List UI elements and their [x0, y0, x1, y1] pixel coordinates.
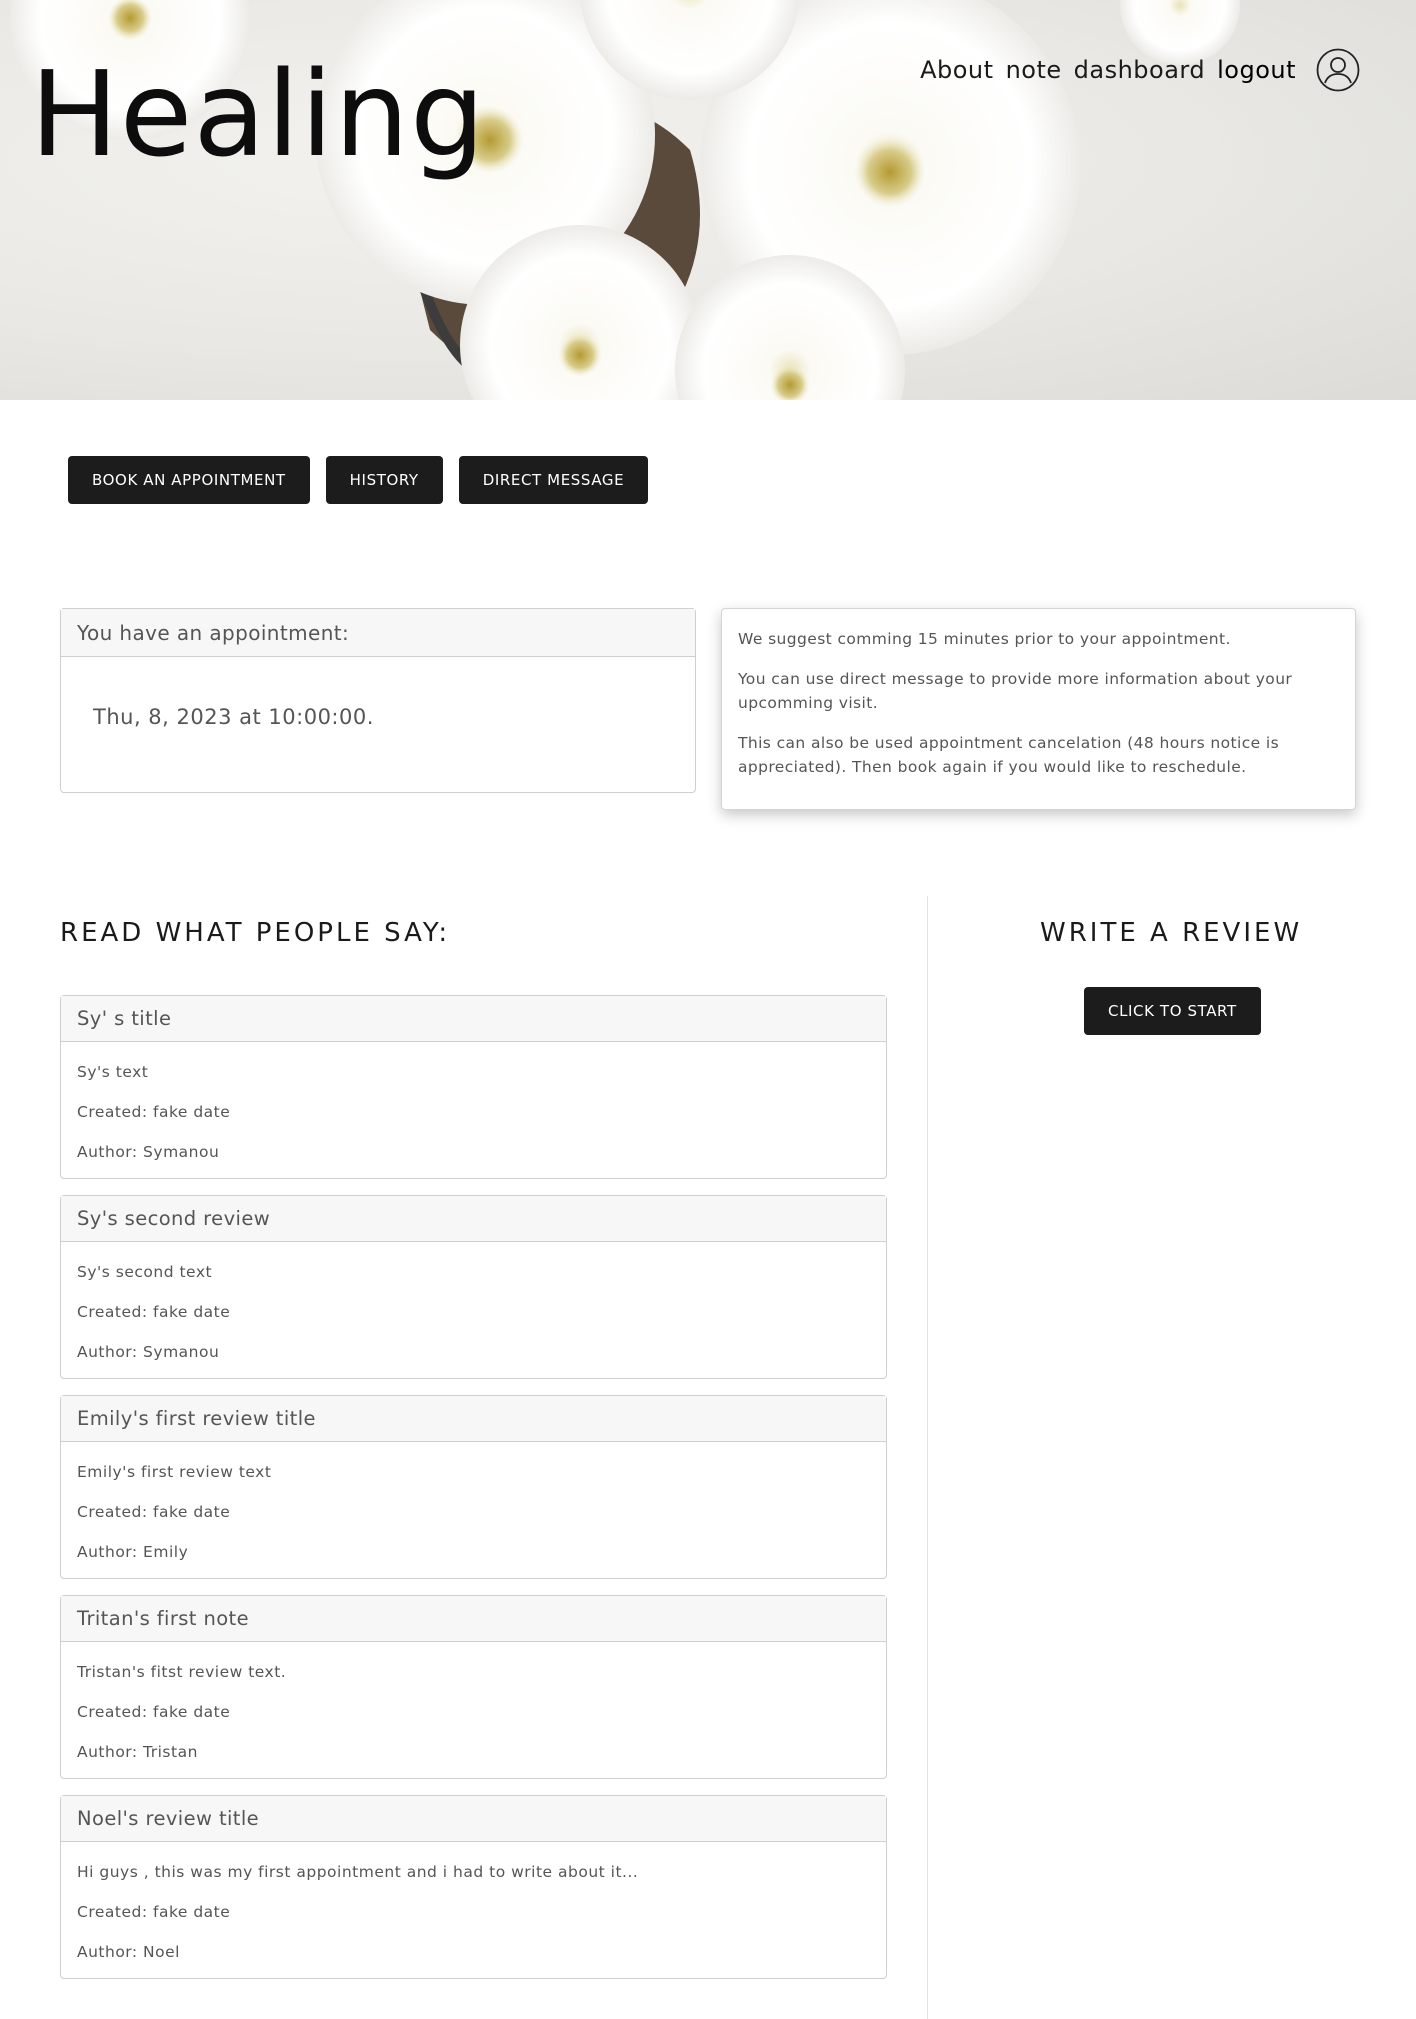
reviews-heading: READ WHAT PEOPLE SAY: [60, 918, 451, 948]
review-title: Sy's second review [61, 1196, 886, 1242]
review-card: Emily's first review title Emily's first… [60, 1395, 887, 1579]
history-button[interactable]: HISTORY [325, 456, 443, 504]
review-text: Hi guys , this was my first appointment … [77, 1863, 639, 1881]
appointment-datetime: Thu, 8, 2023 at 10:00:00. [93, 705, 374, 729]
nav-link-dashboard[interactable]: dashboard [1074, 56, 1205, 84]
review-card: Noel's review title Hi guys , this was m… [60, 1795, 887, 1979]
review-title: Tritan's first note [61, 1596, 886, 1642]
hero-banner: Healing About note dashboard logout [0, 0, 1416, 400]
review-text: Sy's text [77, 1063, 149, 1081]
write-review-heading: WRITE A REVIEW [1040, 918, 1303, 948]
appointment-card: You have an appointment: Thu, 8, 2023 at… [60, 608, 696, 793]
start-review-button[interactable]: CLICK TO START [1084, 987, 1261, 1035]
appointment-card-header: You have an appointment: [61, 609, 695, 657]
review-title: Emily's first review title [61, 1396, 886, 1442]
notice-line: This can also be used appointment cancel… [738, 734, 1280, 776]
top-navigation: About note dashboard logout [920, 48, 1360, 92]
review-title: Sy' s title [61, 996, 886, 1042]
direct-message-button[interactable]: DIRECT MESSAGE [458, 456, 649, 504]
site-title: Healing [30, 45, 486, 183]
review-created: Created: fake date [77, 1903, 231, 1921]
review-author: Author: Tristan [77, 1743, 198, 1761]
nav-link-about[interactable]: About [920, 56, 993, 84]
user-avatar-icon[interactable] [1316, 48, 1360, 92]
review-text: Emily's first review text [77, 1463, 272, 1481]
review-created: Created: fake date [77, 1303, 231, 1321]
book-appointment-button[interactable]: BOOK AN APPOINTMENT [68, 456, 310, 504]
review-card: Tritan's first note Tristan's fitst revi… [60, 1595, 887, 1779]
review-author: Author: Noel [77, 1943, 180, 1961]
column-divider [927, 896, 928, 2019]
review-author: Author: Symanou [77, 1143, 220, 1161]
action-buttons: BOOK AN APPOINTMENT HISTORY DIRECT MESSA… [68, 456, 664, 504]
review-created: Created: fake date [77, 1703, 231, 1721]
review-card: Sy' s title Sy's text Created: fake date… [60, 995, 887, 1179]
review-text: Sy's second text [77, 1263, 213, 1281]
appointment-notice-card: We suggest comming 15 minutes prior to y… [721, 608, 1356, 810]
review-created: Created: fake date [77, 1503, 231, 1521]
nav-link-note[interactable]: note [1006, 56, 1062, 84]
review-created: Created: fake date [77, 1103, 231, 1121]
review-author: Author: Emily [77, 1543, 189, 1561]
review-title: Noel's review title [61, 1796, 886, 1842]
notice-line: You can use direct message to provide mo… [738, 670, 1293, 712]
review-text: Tristan's fitst review text. [77, 1663, 287, 1681]
notice-line: We suggest comming 15 minutes prior to y… [738, 630, 1231, 648]
nav-link-logout[interactable]: logout [1217, 56, 1296, 84]
review-list: Sy' s title Sy's text Created: fake date… [60, 995, 887, 1995]
review-author: Author: Symanou [77, 1343, 220, 1361]
review-card: Sy's second review Sy's second text Crea… [60, 1195, 887, 1379]
